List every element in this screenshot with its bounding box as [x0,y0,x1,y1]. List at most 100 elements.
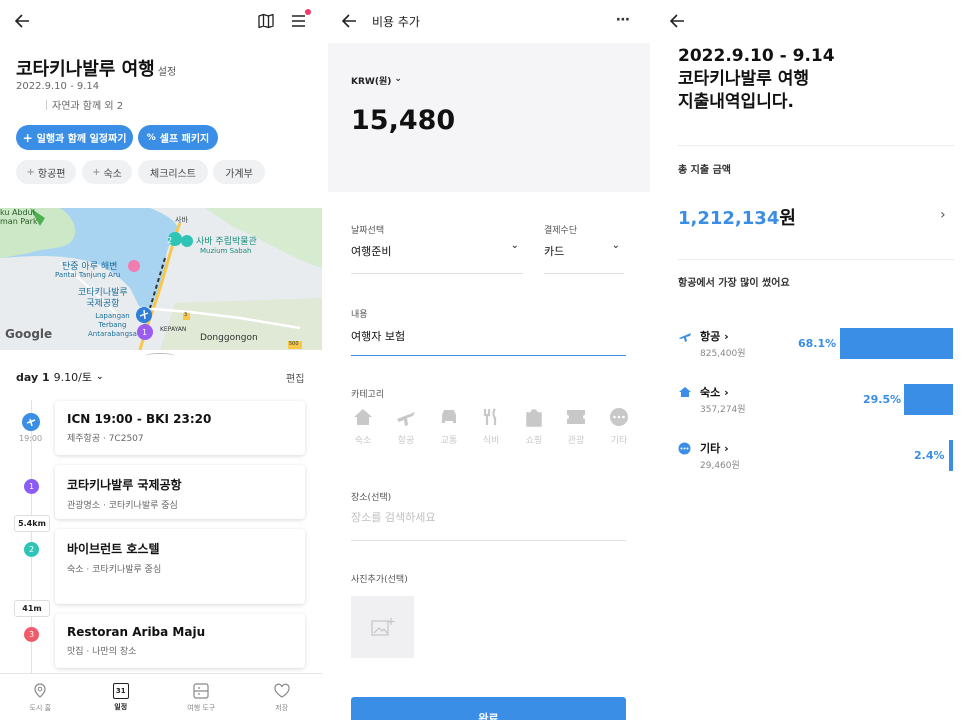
map-label-donggongon: Donggongon [200,333,258,343]
itinerary-card-hostel[interactable]: 바이브런트 호스텔 숙소 · 코타키나발루 중심 [55,529,305,604]
total-spend-label: 총 지출 금액 [678,165,731,176]
map-label-antarabangsa: Antarabangsa [88,330,137,338]
back-button[interactable] [14,13,30,29]
back-button[interactable] [669,13,685,29]
category-food[interactable]: 식비 [476,407,506,446]
avatar-divider [46,99,47,110]
expense-row-amount: 825,400원 [700,349,746,359]
map-marker-2[interactable]: 2 [167,236,172,245]
place-search-input[interactable]: 장소를 검색하세요 [351,509,626,541]
flight-marker [22,413,40,431]
lodging-chip[interactable]: + 숙소 [82,160,132,184]
date-select[interactable]: 여행준비 ⌄ [351,240,523,274]
trip-settings-link[interactable]: 설정 [158,67,176,78]
more-icon [678,442,691,455]
chevron-right-icon: › [724,330,729,343]
summary-heading-trip: 코타키나발루 여행 [678,69,810,89]
divider-line [678,145,954,146]
trip-companions[interactable]: 자연과 함께 외 2 [16,97,123,112]
chevron-right-icon[interactable]: › [940,207,946,223]
map-label-park-name: man Park [0,217,38,226]
category-other[interactable]: 기타 [604,407,634,446]
trip-name: 코타키나발루 여행 [16,59,155,80]
category-transport[interactable]: 교통 [434,407,464,446]
category-list: 숙소 항공 교통 식비 쇼핑 관광 기타 [351,407,636,457]
nav-city-home[interactable]: 도시 홈 [0,674,81,720]
payment-method-label: 결제수단 [544,226,578,236]
nav-travel-tools[interactable]: 여행 도구 [161,674,242,720]
budget-chip[interactable]: 가계부 [213,160,265,184]
day-date: 9.10/토 [53,371,92,384]
map-label-kepayan: KEPAYAN [160,326,187,333]
content-input[interactable]: 여행자 보험 [351,325,626,356]
total-spend[interactable]: 1,212,134원 [678,204,796,230]
more-icon [610,408,628,426]
edit-button[interactable]: 편집 [286,370,304,385]
menu-button[interactable] [290,13,308,29]
ticket-icon [567,410,585,424]
add-photo-icon [370,618,394,636]
chevron-down-icon: ⌄ [95,372,104,382]
plane-icon [26,418,36,427]
expense-row-name-text: 항공 [700,330,721,343]
chevron-down-icon: ⌄ [510,240,519,251]
house-icon [354,409,372,425]
flight-chip[interactable]: + 항공편 [16,160,76,184]
plus-icon: + [26,166,35,178]
bag-icon [526,409,542,427]
sheet-handle[interactable] [145,353,175,359]
map-label-park: ku Abdul man Park [0,208,38,226]
category-lodging[interactable]: 숙소 [348,407,378,446]
itinerary-title: 코타키나발루 국제공항 [67,478,182,492]
back-button[interactable] [341,13,357,29]
expense-row-name-text: 기타 [700,442,721,455]
category-label-text: 항공 [397,436,415,446]
category-shopping[interactable]: 쇼핑 [519,407,549,446]
map-label-airport-line1: 코타키나발루 [78,288,128,298]
more-options-button[interactable]: ⋯ [616,12,631,28]
divider-line [678,259,954,260]
nav-schedule[interactable]: 31 일정 [81,674,162,720]
checklist-chip-label: 체크리스트 [150,168,196,180]
category-label-text: 교통 [440,436,458,446]
plus-icon: + [22,130,33,145]
summary-heading-text: 지출내역입니다. [678,92,794,112]
itinerary-card-restaurant[interactable]: Restoran Ariba Maju 맛집 · 나만의 장소 [55,614,305,668]
total-spend-value: 1,212,134 [678,208,780,229]
currency-selector[interactable]: KRW(원) ⌄ [351,74,402,87]
map-label-lapangan: Lapangan [95,312,130,320]
map-marker-1[interactable]: 1 [142,328,147,337]
itinerary-number-1: 1 [24,479,39,494]
chevron-right-icon: › [724,442,729,455]
day-selector[interactable]: day 1 9.10/토 ⌄ [16,369,104,385]
category-sightseeing[interactable]: 관광 [561,407,591,446]
map-label-museum-en: Muzium Sabah [200,247,252,255]
back-arrow-icon [341,14,356,28]
map-button[interactable] [258,13,274,29]
category-label-text: 관광 [567,436,585,446]
chevron-right-icon: › [724,386,729,399]
day-label: day 1 [16,370,50,384]
itinerary-card-airport[interactable]: 코타키나발루 국제공항 관광명소 · 코타키나발루 중심 [55,465,305,519]
add-photo-button[interactable] [351,596,414,658]
expense-row-name: 숙소 › [700,384,729,400]
category-flight[interactable]: 항공 [391,407,421,446]
itinerary-title: ICN 19:00 - BKI 23:20 [67,412,212,426]
plane-icon [397,412,415,426]
plan-together-button[interactable]: + 일행과 함께 일정짜기 [16,125,133,150]
self-package-button[interactable]: % 셀프 패키지 [138,125,218,150]
trip-map[interactable]: ku Abdul man Park 탄중 아루 해변 Pantai Tanjun… [0,208,322,350]
category-label-text: 숙소 [354,436,372,446]
done-button[interactable]: 완료 [351,697,626,720]
map-label-airport: 코타키나발루 국제공항 [78,288,128,310]
car-icon [442,410,456,423]
itinerary-card-flight[interactable]: ICN 19:00 - BKI 23:20 제주항공 · 7C2507 [55,401,305,455]
expense-share-bar-flight [840,328,953,359]
map-label-abdul: ku Abdul [0,208,35,217]
payment-method-select[interactable]: 카드 ⌄ [544,240,624,274]
amount-value[interactable]: 15,480 [351,105,455,136]
map-label-museum: 사바 주립박물관 [196,237,257,247]
nav-saved[interactable]: 저장 [242,674,323,720]
checklist-chip[interactable]: 체크리스트 [138,160,208,184]
expense-row-other[interactable]: 기타 › 29,460원 2.4% [678,440,958,476]
